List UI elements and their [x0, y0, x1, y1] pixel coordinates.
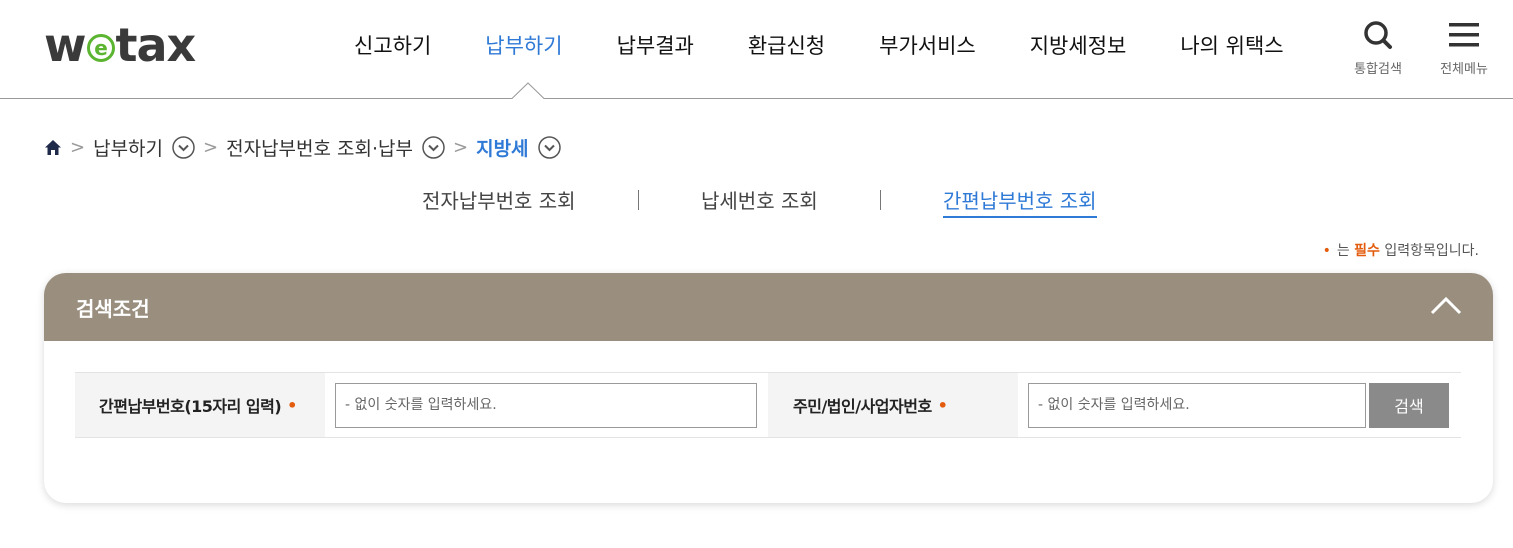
all-menu-button[interactable]: 전체메뉴: [1432, 18, 1496, 77]
logo-w: w: [44, 18, 86, 72]
nav-item-extra-services[interactable]: 부가서비스: [879, 30, 976, 60]
resident-business-number-input[interactable]: [1028, 382, 1366, 428]
home-icon[interactable]: [44, 139, 62, 156]
chevron-down-icon[interactable]: [172, 136, 195, 159]
nav-item-report[interactable]: 신고하기: [354, 30, 431, 60]
nav-item-my-wetax[interactable]: 나의 위택스: [1180, 30, 1283, 60]
breadcrumb-separator-icon: >: [203, 137, 219, 158]
integrated-search-button[interactable]: 통합검색: [1346, 18, 1410, 77]
chevron-up-icon[interactable]: [1429, 291, 1463, 321]
tab-simple-payment-number[interactable]: 간편납부번호 조회: [943, 185, 1097, 218]
resident-business-number-cell: 검색: [1018, 373, 1461, 437]
simple-payment-number-label-text: 간편납부번호(15자리 입력): [99, 397, 282, 416]
required-note-must: 필수: [1354, 243, 1380, 259]
search-button[interactable]: 검색: [1369, 382, 1449, 428]
nav-item-payment[interactable]: 납부하기: [485, 30, 562, 60]
required-note-suffix: 입력항목입니다.: [1379, 243, 1479, 259]
global-nav: 신고하기 납부하기 납부결과 환급신청 부가서비스 지방세정보 나의 위택스: [327, 30, 1311, 60]
logo-e-circle: e: [86, 34, 115, 62]
chevron-down-icon[interactable]: [537, 136, 561, 159]
site-header: w e tax 신고하기 납부하기 납부결과 환급신청 부가서비스 지방세정보 나의…: [0, 0, 1513, 100]
simple-payment-number-input[interactable]: [335, 382, 757, 428]
hamburger-icon: [1432, 18, 1496, 52]
tab-divider: [880, 190, 881, 210]
resident-business-number-label-text: 주민/법인/사업자번호: [793, 397, 932, 416]
breadcrumb-item-local-tax[interactable]: 지방세: [476, 134, 528, 161]
resident-business-number-label: 주민/법인/사업자번호 •: [768, 373, 1018, 437]
panel-title: 검색조건: [76, 297, 150, 321]
active-nav-caret-icon: [511, 82, 545, 100]
required-note-prefix: 는: [1336, 243, 1355, 259]
nav-item-payment-result[interactable]: 납부결과: [617, 30, 694, 60]
tab-e-payment-number[interactable]: 전자납부번호 조회: [422, 185, 576, 214]
nav-item-refund[interactable]: 환급신청: [748, 30, 825, 60]
simple-payment-number-label: 간편납부번호(15자리 입력) •: [75, 373, 325, 437]
required-note: • 는 필수 입력항목입니다.: [1323, 240, 1479, 260]
breadcrumb-separator-icon: >: [70, 137, 86, 158]
search-icon: [1346, 18, 1410, 52]
search-form-row: 간편납부번호(15자리 입력) • 주민/법인/사업자번호 • 검색: [75, 372, 1461, 438]
simple-payment-number-cell: [325, 373, 768, 437]
chevron-down-icon[interactable]: [422, 136, 445, 159]
required-dot: •: [287, 395, 297, 415]
required-dot: •: [1322, 243, 1331, 259]
breadcrumb-item-e-payment-lookup[interactable]: 전자납부번호 조회·납부: [226, 134, 413, 161]
logo-tax: tax: [115, 18, 197, 72]
all-menu-label: 전체메뉴: [1440, 62, 1488, 77]
wetax-logo[interactable]: w e tax: [44, 18, 196, 72]
breadcrumb-item-payment[interactable]: 납부하기: [93, 134, 163, 161]
breadcrumb: > 납부하기 > 전자납부번호 조회·납부 > 지방세: [44, 134, 561, 161]
panel-header[interactable]: 검색조건: [44, 273, 1493, 341]
nav-item-local-tax-info[interactable]: 지방세정보: [1030, 30, 1127, 60]
required-dot: •: [937, 395, 948, 415]
search-condition-panel: 검색조건 간편납부번호(15자리 입력) • 주민/법인/사업자번호 • 검색: [44, 273, 1493, 503]
breadcrumb-separator-icon: >: [453, 137, 469, 158]
tab-divider: [638, 190, 639, 210]
search-label: 통합검색: [1354, 62, 1402, 77]
tab-tax-number[interactable]: 납세번호 조회: [701, 185, 818, 214]
